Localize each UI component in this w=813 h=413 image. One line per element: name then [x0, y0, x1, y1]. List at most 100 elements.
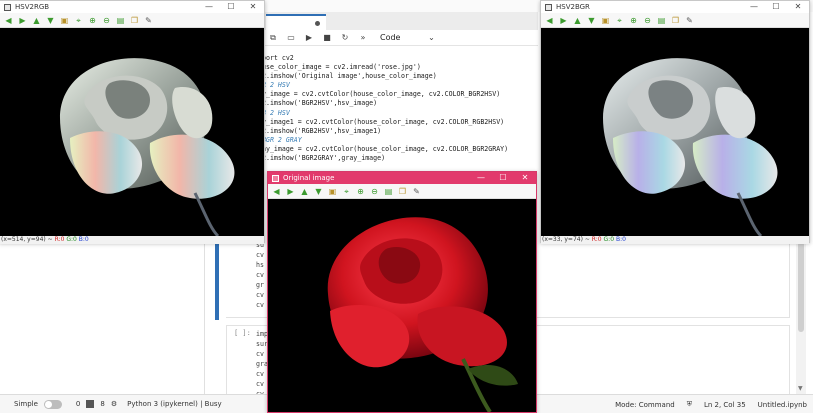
cv-toolbar: ◀ ▶ ▲ ▼ ▣ ⌖ ⊕ ⊖ ▤ ❐ ✎: [541, 13, 809, 28]
arrow-right-icon[interactable]: ▶: [558, 15, 569, 26]
stop-icon[interactable]: ■: [322, 33, 332, 42]
code-line: v_image = cv2.cvtColor(house_color_image…: [262, 90, 501, 99]
arrow-left-icon[interactable]: ◀: [544, 15, 555, 26]
code-line: B 2 HSV: [262, 108, 290, 117]
minimize-button[interactable]: —: [198, 1, 220, 13]
minimize-button[interactable]: —: [470, 172, 492, 184]
pixel-status: (x=33, y=74) ~ R:0 G:0 B:0: [541, 236, 809, 244]
close-button[interactable]: ✕: [242, 1, 264, 13]
app-icon: [545, 3, 552, 11]
arrow-left-icon[interactable]: ◀: [271, 186, 282, 197]
vertical-scrollbar[interactable]: ▼: [796, 236, 806, 394]
hsv2bgr-window[interactable]: HSV2BGR — ☐ ✕ ◀ ▶ ▲ ▼ ▣ ⌖ ⊕ ⊖ ▤ ❐ ✎ (x=3…: [540, 0, 810, 244]
save-icon[interactable]: ▤: [656, 15, 667, 26]
restart-icon[interactable]: ↻: [340, 33, 350, 42]
active-cell-marker: [215, 242, 219, 320]
fast-forward-icon[interactable]: »: [358, 33, 368, 42]
notebook-tab[interactable]: [266, 14, 326, 30]
simple-mode-toggle[interactable]: [43, 399, 62, 409]
chevron-down-icon[interactable]: ⌄: [426, 33, 436, 42]
arrow-left-icon[interactable]: ◀: [3, 15, 14, 26]
copy-icon[interactable]: ⧉: [268, 33, 278, 43]
code-line: 2.imshow('Original image',house_color_im…: [262, 72, 437, 81]
run-icon[interactable]: ▶: [304, 33, 314, 42]
code-line: 2.imshow('BGR2GRAY',gray_image): [262, 154, 386, 163]
code-cell-1[interactable]: port cv2 use_color_image = cv2.imread('ro…: [262, 54, 538, 174]
zoom-out-icon[interactable]: ⊖: [642, 15, 653, 26]
panning-icon[interactable]: ▣: [59, 15, 70, 26]
code-line: BGR 2 GRAY: [262, 135, 302, 144]
zoom-out-icon[interactable]: ⊖: [101, 15, 112, 26]
cell-type-select[interactable]: Code: [380, 33, 400, 42]
rose-hsv2bgr-picture: [603, 58, 778, 236]
maximize-button[interactable]: ☐: [492, 172, 514, 184]
window-titlebar[interactable]: HSV2RGB — ☐ ✕: [0, 1, 264, 13]
save-icon[interactable]: ▤: [115, 15, 126, 26]
window-titlebar[interactable]: HSV2BGR — ☐ ✕: [541, 1, 809, 13]
zoom-fit-icon[interactable]: ⌖: [73, 15, 84, 26]
zoom-in-icon[interactable]: ⊕: [355, 186, 366, 197]
original-image[interactable]: [268, 199, 536, 412]
copy-icon[interactable]: ❐: [670, 15, 681, 26]
zoom-in-icon[interactable]: ⊕: [87, 15, 98, 26]
mode-indicator[interactable]: Mode: Command: [615, 401, 675, 409]
copy-icon[interactable]: ❐: [129, 15, 140, 26]
blue-value: B:0: [78, 236, 89, 243]
kernel-count[interactable]: 8: [100, 400, 104, 408]
cv-toolbar: ◀ ▶ ▲ ▼ ▣ ⌖ ⊕ ⊖ ▤ ❐ ✎: [0, 13, 264, 28]
code-line: port cv2: [262, 54, 294, 62]
filename-label[interactable]: Untitled.ipynb: [758, 401, 807, 409]
green-value: G:0: [66, 236, 77, 243]
properties-icon[interactable]: ✎: [143, 15, 154, 26]
properties-icon[interactable]: ✎: [684, 15, 695, 26]
copy-icon[interactable]: ❐: [397, 186, 408, 197]
zoom-out-icon[interactable]: ⊖: [369, 186, 380, 197]
shield-icon[interactable]: ⛨: [687, 400, 692, 409]
terminal-icon[interactable]: [86, 400, 95, 408]
close-button[interactable]: ✕: [787, 1, 809, 13]
window-title: HSV2RGB: [15, 3, 50, 11]
hsv2rgb-window[interactable]: HSV2RGB — ☐ ✕ ◀ ▶ ▲ ▼ ▣ ⌖ ⊕ ⊖ ▤ ❐ ✎ (x=5…: [0, 0, 265, 244]
cursor-position[interactable]: Ln 2, Col 35: [704, 401, 746, 409]
zoom-in-icon[interactable]: ⊕: [628, 15, 639, 26]
red-value: R:0: [54, 236, 65, 243]
panning-icon[interactable]: ▣: [327, 186, 338, 197]
zoom-fit-icon[interactable]: ⌖: [341, 186, 352, 197]
gear-icon[interactable]: ⚙: [111, 400, 117, 408]
rose-original-picture: [327, 217, 518, 412]
arrow-down-icon[interactable]: ▼: [45, 15, 56, 26]
blue-value: B:0: [615, 236, 626, 243]
arrow-up-icon[interactable]: ▲: [572, 15, 583, 26]
rose-hsv2rgb-picture: [60, 58, 235, 236]
terminal-count[interactable]: 0: [76, 400, 80, 408]
arrow-up-icon[interactable]: ▲: [31, 15, 42, 26]
maximize-button[interactable]: ☐: [220, 1, 242, 13]
window-titlebar[interactable]: Original image — ☐ ✕: [268, 172, 536, 184]
original-image-window[interactable]: Original image — ☐ ✕ ◀ ▶ ▲ ▼ ▣ ⌖ ⊕ ⊖ ▤ ❐…: [267, 171, 537, 413]
simple-mode-label: Simple: [14, 400, 38, 408]
arrow-down-icon[interactable]: ▼: [313, 186, 324, 197]
cv-toolbar: ◀ ▶ ▲ ▼ ▣ ⌖ ⊕ ⊖ ▤ ❐ ✎: [268, 184, 536, 199]
maximize-button[interactable]: ☐: [765, 1, 787, 13]
pixel-status: (x=514, y=94) ~ R:0 G:0 B:0: [0, 236, 264, 244]
properties-icon[interactable]: ✎: [411, 186, 422, 197]
window-title: HSV2BGR: [556, 3, 590, 11]
code-line: ay_image = cv2.cvtColor(house_color_imag…: [262, 144, 509, 153]
code-line: 2.imshow('BGR2HSV',hsv_image): [262, 99, 378, 108]
arrow-up-icon[interactable]: ▲: [299, 186, 310, 197]
arrow-right-icon[interactable]: ▶: [17, 15, 28, 26]
arrow-right-icon[interactable]: ▶: [285, 186, 296, 197]
save-icon[interactable]: ▤: [383, 186, 394, 197]
hsv2rgb-image[interactable]: [0, 28, 264, 236]
paste-icon[interactable]: ▭: [286, 33, 296, 42]
panning-icon[interactable]: ▣: [600, 15, 611, 26]
scroll-down-icon[interactable]: ▼: [798, 385, 803, 392]
left-panel: [0, 236, 205, 394]
zoom-fit-icon[interactable]: ⌖: [614, 15, 625, 26]
hsv2bgr-image[interactable]: [541, 28, 809, 236]
arrow-down-icon[interactable]: ▼: [586, 15, 597, 26]
scrollbar-thumb[interactable]: [798, 242, 804, 332]
minimize-button[interactable]: —: [743, 1, 765, 13]
kernel-status[interactable]: Python 3 (ipykernel) | Busy: [127, 400, 222, 408]
close-button[interactable]: ✕: [514, 172, 536, 184]
